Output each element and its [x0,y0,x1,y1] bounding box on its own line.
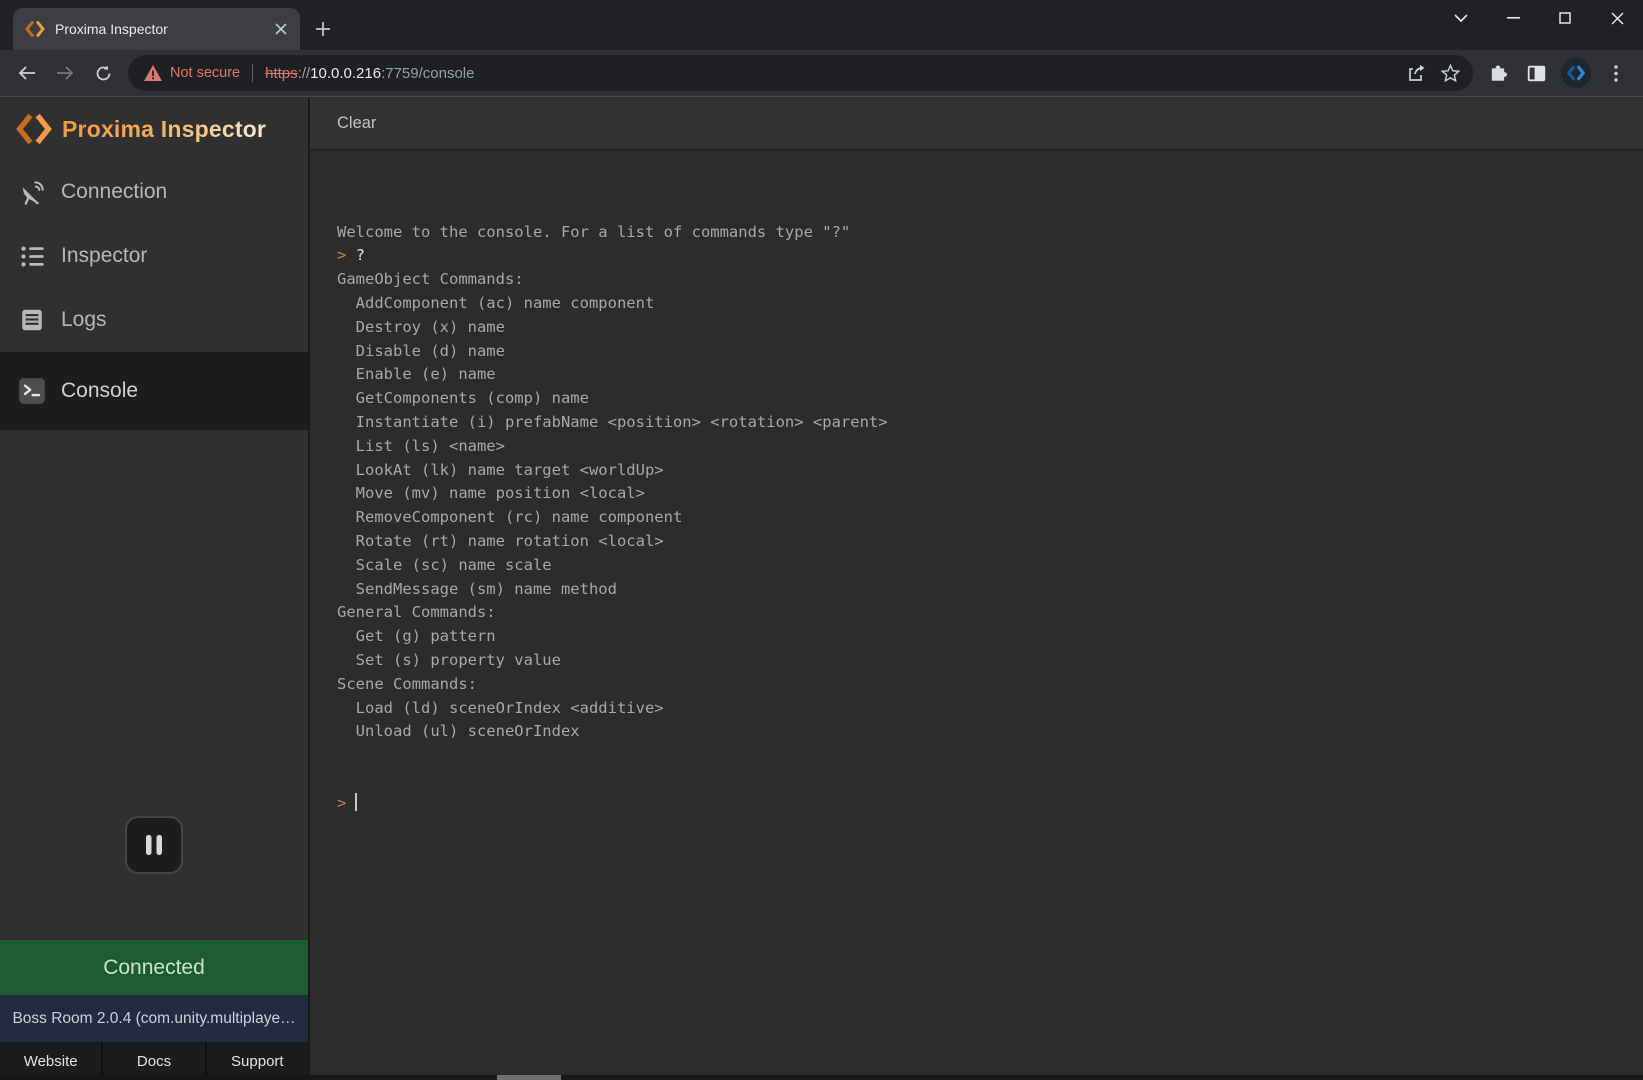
console-line: Instantiate (i) prefabName <position> <r… [337,411,1633,435]
sidebar-item-label: Logs [61,308,107,332]
console-line: > ? [337,244,1633,268]
sidebar-item-logs[interactable]: Logs [0,288,308,352]
console-line: GetComponents (comp) name [337,387,1633,411]
close-button[interactable] [1591,0,1643,36]
console-line: Get (g) pattern [337,625,1633,649]
window-controls [1435,0,1643,36]
sidebar-item-label: Connection [61,180,167,204]
share-icon[interactable] [1399,56,1433,90]
console-line: SendMessage (sm) name method [337,578,1633,602]
reload-button[interactable] [86,56,120,90]
side-panel-icon[interactable] [1519,56,1553,90]
forward-button[interactable] [48,56,82,90]
tab-strip: Proxima Inspector [0,0,1643,50]
console-line: Unload (ul) sceneOrIndex [337,720,1633,744]
tab-title: Proxima Inspector [55,21,272,37]
browser-tab[interactable]: Proxima Inspector [13,8,300,50]
console-line: GameObject Commands: [337,268,1633,292]
bookmark-star-icon[interactable] [1433,56,1467,90]
prompt-char: > [337,794,346,812]
back-button[interactable] [10,56,44,90]
horizontal-scrollbar[interactable] [0,1075,1643,1080]
console-line: Scene Commands: [337,673,1633,697]
url-separator: :// [298,65,311,82]
proxima-favicon-icon [25,19,45,39]
app-title: Proxima Inspector [62,116,266,143]
sidebar: Proxima Inspector Connection [0,98,310,1080]
console-line: Destroy (x) name [337,316,1633,340]
satellite-icon [18,178,46,206]
not-secure-label[interactable]: Not secure [170,65,240,81]
console-prompt-line[interactable]: > [337,792,1633,816]
sidebar-item-label: Console [61,379,138,403]
console-line: General Commands: [337,601,1633,625]
not-secure-warning-icon [144,65,162,81]
console-line: AddComponent (ac) name component [337,292,1633,316]
console-history: Welcome to the console. For a list of co… [337,221,1633,745]
browser-toolbar: Not secure https://10.0.0.216:7759/conso… [0,50,1643,97]
sidebar-item-connection[interactable]: Connection [0,160,308,224]
omnibox-divider [252,64,253,82]
console-output[interactable]: Welcome to the console. For a list of co… [310,151,1643,1080]
tab-search-chevron-icon[interactable] [1435,0,1487,36]
pause-button[interactable] [125,816,183,874]
address-bar[interactable]: Not secure https://10.0.0.216:7759/conso… [128,55,1473,91]
pause-icon [144,834,164,856]
console-line: Rotate (rt) name rotation <local> [337,530,1633,554]
terminal-icon [18,377,46,405]
extensions-puzzle-icon[interactable] [1481,56,1515,90]
console-line: Move (mv) name position <local> [337,482,1633,506]
app-logo: Proxima Inspector [0,98,308,160]
clear-button[interactable]: Clear [337,114,376,133]
console-line: Welcome to the console. For a list of co… [337,221,1633,245]
console-toolbar: Clear [310,98,1643,151]
profile-avatar[interactable] [1561,58,1591,88]
url-host: 10.0.0.216 [310,65,381,82]
new-tab-button[interactable] [309,15,337,43]
sidebar-item-console[interactable]: Console [0,352,308,430]
proxima-logo-icon [16,111,52,147]
tab-close-icon[interactable] [272,20,290,38]
console-line: Disable (d) name [337,340,1633,364]
console-line: Enable (e) name [337,363,1633,387]
console-line: Set (s) property value [337,649,1633,673]
console-line: Scale (sc) name scale [337,554,1633,578]
project-info: Boss Room 2.0.4 (com.unity.multiplaye… [0,995,308,1042]
connection-status-badge: Connected [0,940,308,995]
url-path: :7759/console [381,65,474,82]
list-icon [18,242,46,270]
console-line: LookAt (lk) name target <worldUp> [337,459,1633,483]
scrollbar-thumb[interactable] [497,1075,561,1080]
browser-menu-dots-icon[interactable] [1599,56,1633,90]
url-scheme: https [265,65,298,82]
minimize-button[interactable] [1487,0,1539,36]
document-icon [18,306,46,334]
console-line: List (ls) <name> [337,435,1633,459]
url-text[interactable]: https://10.0.0.216:7759/console [265,65,1399,82]
browser-window: Proxima Inspector [0,0,1643,1080]
sidebar-nav: Connection Inspector [0,160,308,430]
console-line: RemoveComponent (rc) name component [337,506,1633,530]
console-panel: Clear Welcome to the console. For a list… [310,98,1643,1080]
maximize-button[interactable] [1539,0,1591,36]
page-content: Proxima Inspector Connection [0,98,1643,1080]
console-line: Load (ld) sceneOrIndex <additive> [337,697,1633,721]
sidebar-item-label: Inspector [61,244,147,268]
sidebar-item-inspector[interactable]: Inspector [0,224,308,288]
text-cursor [355,793,357,811]
